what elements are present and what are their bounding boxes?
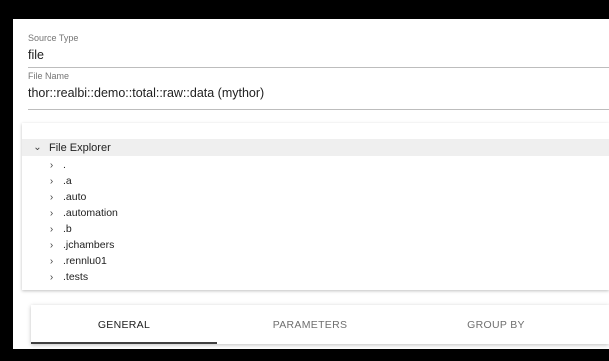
file-name-label: File Name [28,71,70,81]
chevron-right-icon[interactable]: › [47,272,56,283]
tree-item[interactable]: › .auto [22,189,609,205]
tree-item-label: .auto [63,191,87,203]
file-explorer-list: ›. › .a › .auto › .automation › .b › .jchambers › .r… [22,157,609,285]
active-tab-indicator [31,342,217,344]
tab-bar: GENERAL PARAMETERS GROUP BY [31,305,609,344]
tree-item[interactable]: › .a [22,173,609,189]
file-name-value[interactable]: thor::realbi::demo::total::raw::data (my… [28,85,609,101]
source-type-value[interactable]: file [28,47,609,63]
chevron-right-icon[interactable]: › [47,240,56,251]
tree-item-label: .tests [63,271,89,283]
tree-item-label: .automation [63,207,118,219]
file-name-field[interactable]: File Name thor::realbi::demo::total::raw… [28,71,609,110]
chevron-right-icon[interactable]: › [47,192,56,203]
tree-item[interactable]: › .b [22,221,609,237]
file-explorer-root[interactable]: ⌄ File Explorer [22,139,609,156]
chevron-right-icon[interactable]: › [47,160,56,171]
file-explorer-root-label: File Explorer [49,141,111,154]
chevron-right-icon[interactable]: › [47,176,56,187]
source-type-field[interactable]: Source Type file [28,33,609,68]
tab-group-by-label: GROUP BY [467,318,525,331]
tab-general[interactable]: GENERAL [31,305,217,344]
tree-item-label: .rennlu01 [63,255,107,267]
source-type-label: Source Type [28,33,79,43]
tree-item[interactable]: ›. [22,157,609,173]
tab-parameters-label: PARAMETERS [272,318,348,331]
tree-item-label: .a [63,175,72,187]
chevron-right-icon[interactable]: › [47,208,56,219]
tree-item-label: .jchambers [63,239,115,251]
tab-parameters[interactable]: PARAMETERS [217,305,403,344]
chevron-down-icon[interactable]: ⌄ [33,142,42,153]
tree-item[interactable]: › .jchambers [22,237,609,253]
tree-item-label: .b [63,223,72,235]
tab-group-by[interactable]: GROUP BY [403,305,589,344]
chevron-right-icon[interactable]: › [47,256,56,267]
chevron-right-icon[interactable]: › [47,224,56,235]
tree-item[interactable]: › .automation [22,205,609,221]
tab-general-label: GENERAL [97,318,151,331]
file-explorer: ⌄ File Explorer ›. › .a › .auto › .automation ›… [22,123,609,290]
tree-item[interactable]: › .tests [22,269,609,285]
tree-item[interactable]: › .rennlu01 [22,253,609,269]
source-panel: Source Type file File Name thor::realbi:… [13,19,609,349]
tree-item-label: . [63,159,66,171]
